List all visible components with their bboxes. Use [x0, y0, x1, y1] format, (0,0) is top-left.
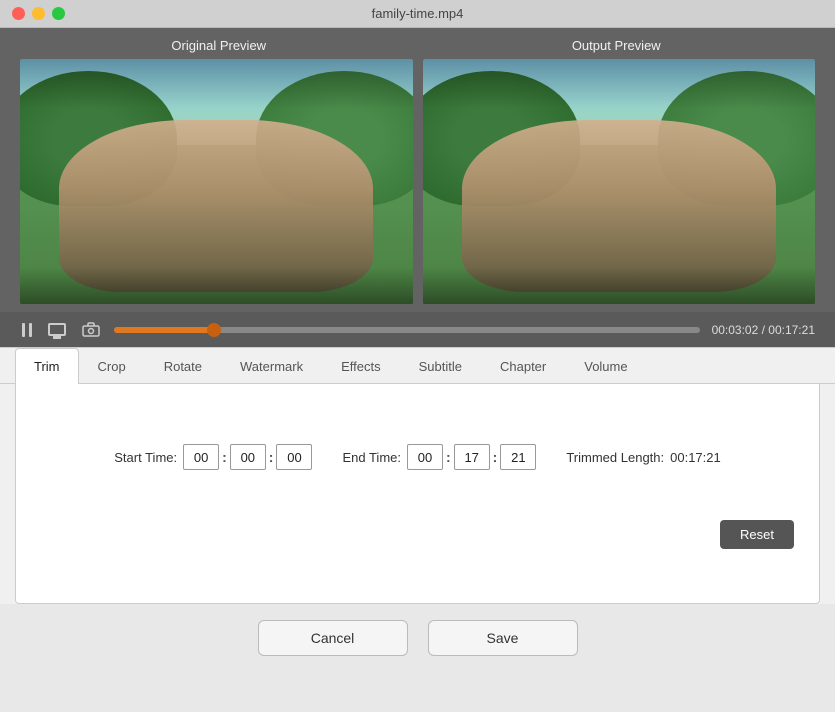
time-display: 00:03:02 / 00:17:21 — [712, 323, 815, 337]
window-title: family-time.mp4 — [372, 6, 464, 21]
close-button[interactable] — [12, 7, 25, 20]
end-time-label: End Time: — [342, 450, 401, 465]
tabs-bar: Trim Crop Rotate Watermark Effects Subti… — [0, 348, 835, 384]
start-seconds-input[interactable] — [276, 444, 312, 470]
minimize-button[interactable] — [32, 7, 45, 20]
tab-chapter[interactable]: Chapter — [481, 348, 565, 384]
original-video-photo — [20, 59, 413, 304]
camera-icon — [82, 322, 100, 337]
end-seconds-input[interactable] — [500, 444, 536, 470]
pause-icon — [22, 323, 32, 337]
tab-crop[interactable]: Crop — [79, 348, 145, 384]
progress-fill — [114, 327, 214, 333]
pause-bar-left — [22, 323, 25, 337]
titlebar: family-time.mp4 — [0, 0, 835, 28]
end-minutes-input[interactable] — [454, 444, 490, 470]
bottom-bar: Cancel Save — [0, 604, 835, 672]
end-sep-2: : — [493, 449, 498, 465]
start-minutes-input[interactable] — [230, 444, 266, 470]
tab-rotate[interactable]: Rotate — [145, 348, 221, 384]
window-controls[interactable] — [12, 7, 65, 20]
screen-icon — [48, 323, 66, 336]
end-sep-1: : — [446, 449, 451, 465]
video-overlay-top-output — [423, 59, 816, 108]
tab-section: Trim Crop Rotate Watermark Effects Subti… — [0, 347, 835, 604]
trimmed-length-value: 00:17:21 — [670, 450, 721, 465]
video-overlay-bottom-output — [423, 267, 816, 304]
start-hours-input[interactable] — [183, 444, 219, 470]
output-preview-label: Output Preview — [418, 38, 816, 53]
output-video-frame — [423, 59, 816, 304]
preview-videos — [20, 59, 815, 304]
people-silhouette — [59, 120, 373, 292]
reset-container: Reset — [36, 520, 799, 549]
output-video-photo — [423, 59, 816, 304]
end-hours-input[interactable] — [407, 444, 443, 470]
preview-labels: Original Preview Output Preview — [20, 38, 815, 53]
people-silhouette-output — [462, 120, 776, 292]
trimmed-length-group: Trimmed Length: 00:17:21 — [566, 450, 720, 465]
tab-volume[interactable]: Volume — [565, 348, 646, 384]
preview-section: Original Preview Output Preview — [0, 28, 835, 312]
tab-subtitle[interactable]: Subtitle — [400, 348, 481, 384]
video-overlay-bottom — [20, 267, 413, 304]
maximize-button[interactable] — [52, 7, 65, 20]
original-video-frame — [20, 59, 413, 304]
original-preview-label: Original Preview — [20, 38, 418, 53]
tab-content-trim: Start Time: : : End Time: : : — [15, 384, 820, 604]
fullscreen-button[interactable] — [46, 321, 68, 338]
trim-controls: Start Time: : : End Time: : : — [36, 444, 799, 470]
tab-trim[interactable]: Trim — [15, 348, 79, 384]
control-bar: 00:03:02 / 00:17:21 — [0, 312, 835, 347]
start-time-group: Start Time: : : — [114, 444, 312, 470]
start-sep-2: : — [269, 449, 274, 465]
tab-effects[interactable]: Effects — [322, 348, 400, 384]
start-time-fields: : : — [183, 444, 312, 470]
save-button[interactable]: Save — [428, 620, 578, 656]
screenshot-button[interactable] — [80, 320, 102, 339]
pause-bar-right — [29, 323, 32, 337]
pause-button[interactable] — [20, 321, 34, 339]
video-overlay-top — [20, 59, 413, 108]
reset-button[interactable]: Reset — [720, 520, 794, 549]
cancel-button[interactable]: Cancel — [258, 620, 408, 656]
start-time-label: Start Time: — [114, 450, 177, 465]
end-time-group: End Time: : : — [342, 444, 536, 470]
progress-bar[interactable] — [114, 327, 700, 333]
tab-watermark[interactable]: Watermark — [221, 348, 322, 384]
end-time-fields: : : — [407, 444, 536, 470]
progress-thumb[interactable] — [207, 323, 221, 337]
start-sep-1: : — [222, 449, 227, 465]
trimmed-length-label: Trimmed Length: — [566, 450, 664, 465]
